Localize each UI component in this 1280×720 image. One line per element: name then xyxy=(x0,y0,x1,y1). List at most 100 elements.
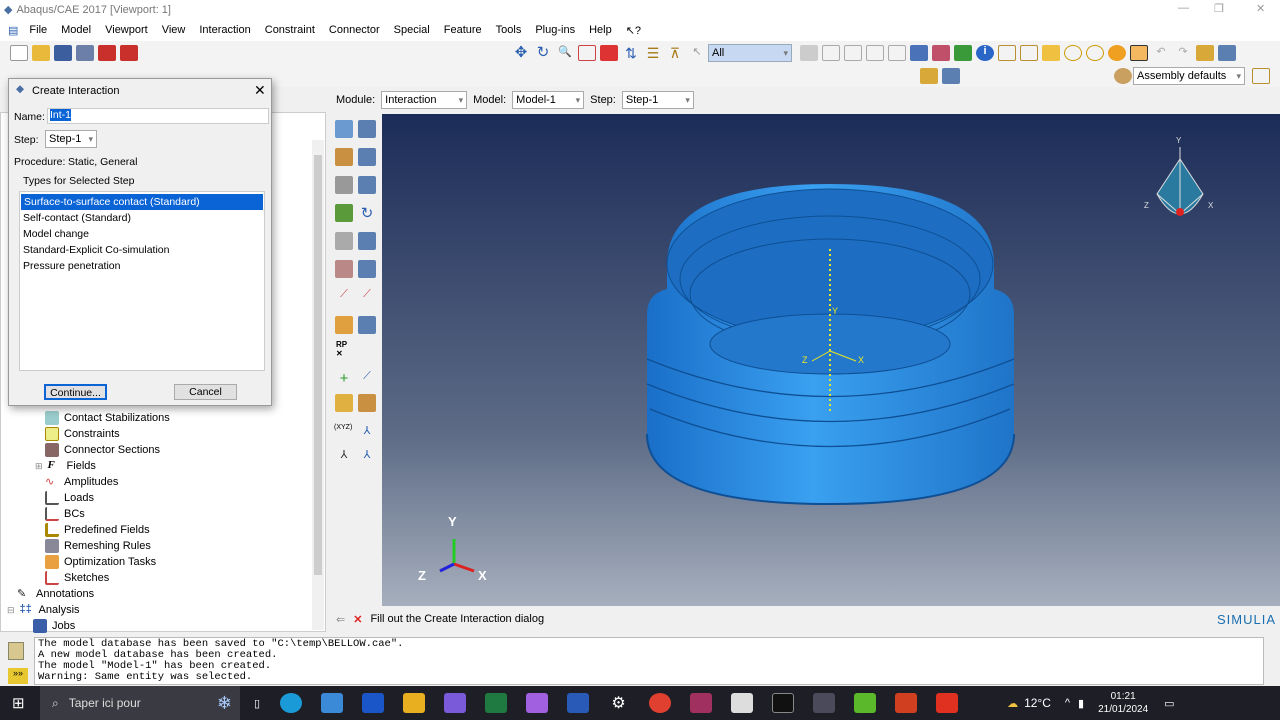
collapse-icon[interactable]: ⊟ xyxy=(7,605,15,616)
menu-tools[interactable]: Tools xyxy=(489,24,529,36)
mail-icon[interactable] xyxy=(320,693,343,713)
stabilization-icon[interactable] xyxy=(335,232,353,250)
viewport[interactable]: Y Z X Y Z X Y Z X xyxy=(382,114,1280,606)
powerpoint-icon[interactable] xyxy=(894,693,917,713)
interaction-manager-icon[interactable] xyxy=(358,120,376,138)
csys3-icon[interactable]: ⅄ xyxy=(358,448,376,466)
tree-item-sketches[interactable]: Sketches xyxy=(45,570,109,586)
expand-icon[interactable]: ⊞ xyxy=(35,461,43,472)
continue-button[interactable]: Continue... xyxy=(44,384,107,400)
partition-icon[interactable] xyxy=(358,394,376,412)
menu-constraint[interactable]: Constraint xyxy=(258,24,322,36)
menu-feature[interactable]: Feature xyxy=(437,24,489,36)
tree-item-fields[interactable]: ⊞ F Fields xyxy=(35,458,96,474)
tree-scrollbar[interactable] xyxy=(312,140,324,630)
datum-point-icon[interactable]: + xyxy=(335,370,353,388)
zoom-icon[interactable]: 🔍 xyxy=(556,45,574,61)
name-input[interactable]: Int-1 xyxy=(47,108,269,124)
shaded-icon[interactable] xyxy=(1042,45,1060,61)
datum-plane-icon[interactable] xyxy=(335,394,353,412)
abaqus-taskbar-icon[interactable] xyxy=(812,693,835,713)
type-item-model-change[interactable]: Model change xyxy=(20,226,264,242)
cube-red-icon[interactable] xyxy=(932,45,950,61)
step-select[interactable]: Step-1 ▾ xyxy=(45,130,97,148)
constraint-manager-icon[interactable] xyxy=(358,260,376,278)
select-lasso-icon[interactable] xyxy=(888,45,906,61)
menu-file[interactable]: File xyxy=(22,24,54,36)
create-property-icon[interactable] xyxy=(335,148,353,166)
layout-icon[interactable] xyxy=(1218,45,1236,61)
selection-filter-select[interactable]: All ▾ xyxy=(708,44,792,62)
notifications-icon[interactable]: ▭ xyxy=(1164,697,1174,710)
type-item-surface-to-surface[interactable]: Surface-to-surface contact (Standard) xyxy=(21,194,263,210)
contact-controls-icon[interactable] xyxy=(335,176,353,194)
new-file-icon[interactable] xyxy=(10,45,28,61)
menu-plugins[interactable]: Plug-ins xyxy=(528,24,582,36)
tree-item-contact-stabilizations[interactable]: Contact Stabilizations xyxy=(45,410,170,426)
controls-manager-icon[interactable] xyxy=(358,176,376,194)
contact-init-icon[interactable] xyxy=(335,204,353,222)
datum-axis-icon[interactable]: ⟋ xyxy=(358,370,376,388)
minimize-button[interactable]: — xyxy=(1178,2,1189,14)
hidden-line-icon[interactable] xyxy=(1020,45,1038,61)
select-group-icon[interactable] xyxy=(866,45,884,61)
start-icon[interactable]: ⊞ xyxy=(12,694,25,712)
constraint-icon[interactable] xyxy=(335,260,353,278)
interaction-types-list[interactable]: Surface-to-surface contact (Standard) Se… xyxy=(19,191,265,371)
menu-special[interactable]: Special xyxy=(387,24,437,36)
ladder2-icon[interactable]: ⊼ xyxy=(666,45,684,61)
select-rect-icon[interactable] xyxy=(844,45,862,61)
type-item-self-contact[interactable]: Self-contact (Standard) xyxy=(20,210,264,226)
csys2-icon[interactable]: ⅄ xyxy=(335,448,353,466)
menu-connector[interactable]: Connector xyxy=(322,24,387,36)
winrar-icon[interactable] xyxy=(689,693,712,713)
fit-view-icon[interactable] xyxy=(600,45,618,61)
query-arrow-icon[interactable] xyxy=(1130,45,1148,61)
menu-viewport[interactable]: Viewport xyxy=(98,24,155,36)
tree-item-bcs[interactable]: BCs xyxy=(45,506,85,522)
cube-green-icon[interactable] xyxy=(954,45,972,61)
render-style-icon[interactable] xyxy=(1252,68,1270,84)
tree-item-optimization-tasks[interactable]: Optimization Tasks xyxy=(45,554,156,570)
cancel-procedure-icon[interactable]: ✕ xyxy=(353,613,362,626)
display-group2-icon[interactable] xyxy=(1086,45,1104,61)
color-palette-icon[interactable] xyxy=(1114,68,1132,84)
select-arrow-icon[interactable]: ↖ xyxy=(688,45,706,61)
wire-icon[interactable]: ⟋ xyxy=(335,288,353,306)
info-icon[interactable]: i xyxy=(976,45,994,61)
wire2-icon[interactable]: ⟋ xyxy=(358,288,376,306)
camtasia-icon[interactable] xyxy=(853,693,876,713)
model-select[interactable]: Model-1 ▾ xyxy=(512,91,585,109)
print-icon[interactable] xyxy=(76,45,94,61)
tree-item-jobs[interactable]: Jobs xyxy=(33,618,75,634)
box-zoom-icon[interactable] xyxy=(578,45,596,61)
tree-item-remeshing-rules[interactable]: Remeshing Rules xyxy=(45,538,151,554)
tree-item-amplitudes[interactable]: ∿ Amplitudes xyxy=(45,474,118,490)
step-select[interactable]: Step-1 ▾ xyxy=(621,91,694,109)
recorder-icon[interactable] xyxy=(935,693,958,713)
color-code-select[interactable]: Assembly defaults ▾ xyxy=(1133,67,1245,85)
dialog-close-button[interactable]: ✕ xyxy=(254,82,266,99)
section-icon[interactable] xyxy=(920,68,938,84)
edge-icon[interactable] xyxy=(279,693,302,713)
menu-view[interactable]: View xyxy=(155,24,193,36)
menu-icon[interactable]: ▤ xyxy=(8,24,18,37)
l-app-icon[interactable] xyxy=(361,693,384,713)
message-area[interactable]: The model database has been saved to "C:… xyxy=(34,637,1264,685)
tree-item-loads[interactable]: Loads xyxy=(45,490,94,506)
display-group3-icon[interactable] xyxy=(1108,45,1126,61)
module-select[interactable]: Interaction ▾ xyxy=(381,91,468,109)
copilot-icon[interactable] xyxy=(443,693,466,713)
reference-point-icon[interactable]: RP ✕ xyxy=(336,340,354,358)
ladder-icon[interactable]: ☰ xyxy=(644,45,662,61)
import-icon[interactable] xyxy=(98,45,116,61)
tree-item-connector-sections[interactable]: Connector Sections xyxy=(45,442,160,458)
select-box-icon[interactable] xyxy=(822,45,840,61)
terminal-icon[interactable] xyxy=(771,693,794,713)
menu-model[interactable]: Model xyxy=(54,24,98,36)
undo-icon[interactable]: ↶ xyxy=(1152,45,1170,61)
export-icon[interactable] xyxy=(120,45,138,61)
tree-item-analysis[interactable]: ⊟ ‡‡ Analysis xyxy=(7,602,80,618)
rotate-icon[interactable]: ↻ xyxy=(534,45,552,61)
pan-icon[interactable]: ✥ xyxy=(512,45,530,61)
